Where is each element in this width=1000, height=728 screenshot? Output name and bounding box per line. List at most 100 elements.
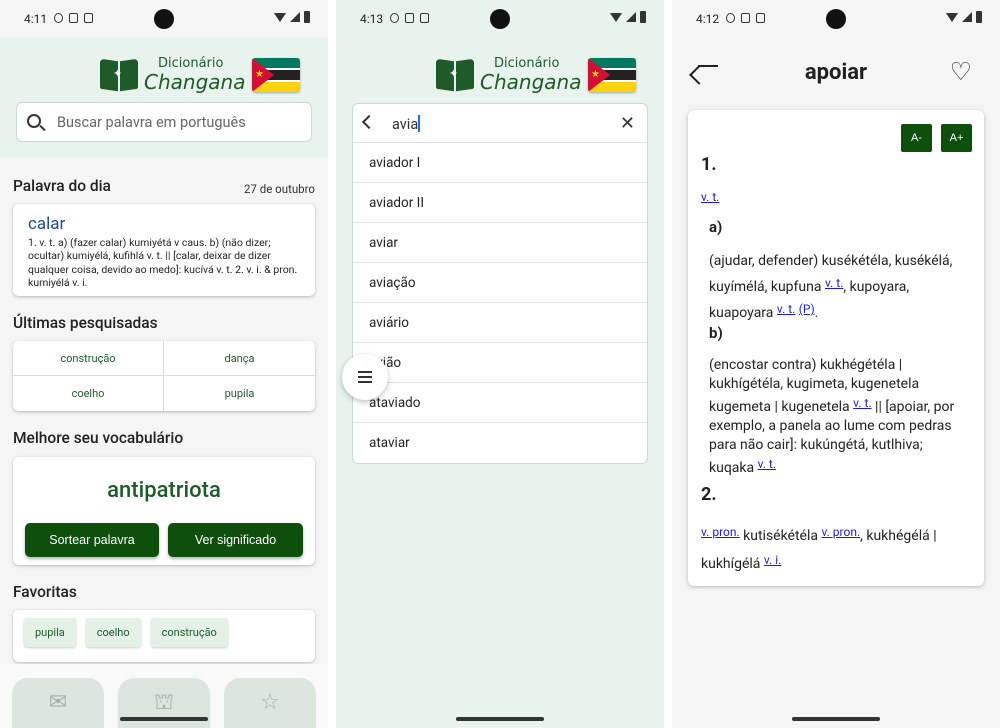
battery-icon (304, 11, 310, 23)
gesture-handle (456, 717, 544, 721)
pos-link[interactable]: v. i. (764, 553, 781, 567)
sense-text: v. pron. kutisékétéla v. pron., kukhégél… (701, 525, 937, 572)
pos-link[interactable]: v. t. (853, 396, 871, 410)
signal-icon (962, 12, 972, 22)
heart-icon[interactable]: ♡ (950, 60, 972, 85)
nav-star[interactable]: ☆ (224, 678, 316, 728)
favorite-chip[interactable]: construção (150, 618, 228, 647)
menu-button[interactable] (342, 354, 388, 400)
app-logo: ✦ Dicionário Changana (100, 56, 245, 92)
camera-cutout (826, 9, 846, 29)
vocab-title: Melhore seu vocabulário (13, 429, 184, 447)
subsense-text: (encostar contra) kukhégétéla | kukhígét… (709, 357, 955, 476)
pos-link[interactable]: v. t. (825, 276, 843, 290)
gesture-handle (120, 717, 208, 721)
wifi-icon (610, 12, 622, 22)
pos-link[interactable]: v. pron. (701, 525, 740, 539)
see-meaning-button[interactable]: Ver significado (168, 523, 303, 557)
mozambique-flag-icon: ★ (588, 58, 636, 92)
screenshot-stage: ✦ Dicionário Changana ★ 4:11 Palavra do … (0, 0, 1000, 728)
mail-icon: ✉ (48, 690, 68, 715)
notification-icon (54, 13, 63, 23)
suggestion-item[interactable]: ataviar (353, 423, 647, 463)
suggestion-item[interactable]: aviário (353, 303, 647, 343)
sd-card-icon (84, 13, 93, 23)
app-header: ✦ Dicionário Changana ★ (0, 38, 328, 158)
recent-item[interactable]: construção (13, 341, 164, 376)
gesture-handle (792, 717, 880, 721)
definition-card: A- A+ 1. v. t. a) (ajudar, defender) kus… (688, 110, 984, 586)
word-of-day-word: calar (28, 214, 66, 234)
subsense-label: a) (709, 218, 723, 236)
menu-icon (358, 371, 372, 373)
wifi-icon (946, 12, 958, 22)
recent-item[interactable]: pupila (164, 376, 315, 411)
app-logo: ✦ Dicionário Changana (436, 56, 581, 92)
wifi-icon (274, 12, 286, 22)
battery-icon (640, 11, 646, 23)
signal-icon (626, 12, 636, 22)
pos-link[interactable]: v. t. (701, 190, 719, 204)
random-word-button[interactable]: Sortear palavra (25, 523, 159, 557)
close-icon[interactable]: ✕ (620, 113, 635, 134)
suggestion-item[interactable]: aviador I (353, 143, 647, 183)
sd-card-icon (756, 13, 765, 23)
text-caret (418, 115, 420, 132)
vocab-word: antipatriota (107, 478, 221, 503)
book-icon: ✦ (436, 56, 474, 92)
favorite-chip[interactable]: pupila (24, 618, 76, 647)
recent-item[interactable]: coelho (13, 376, 164, 411)
suggestion-item[interactable]: avião (353, 343, 647, 383)
sense-number: 1. (701, 154, 717, 175)
font-increase-button[interactable]: A+ (941, 124, 972, 152)
nav-mail[interactable]: ✉ (12, 678, 104, 728)
suggestion-item[interactable]: ataviado (353, 383, 647, 423)
subsense-text: (ajudar, defender) kusékétéla, kusékélá,… (709, 253, 953, 321)
status-bar: 4:11 (0, 0, 328, 38)
chevron-left-icon[interactable] (361, 114, 377, 130)
notification-icon (390, 13, 399, 23)
logo-line1: Dicionário (494, 55, 560, 71)
suggestion-item[interactable]: aviar (353, 223, 647, 263)
status-time: 4:13 (360, 12, 384, 26)
logo-line2: Changana (480, 69, 582, 94)
search-suggestions: avia ✕ aviador I aviador II aviar aviaçã… (352, 103, 648, 464)
recent-grid: construção dança coelho pupila (13, 341, 315, 411)
favorites-title: Favoritas (13, 583, 77, 601)
favorites-card: pupila coelho construção (13, 610, 315, 662)
search-screen: 4:13 ✦ Dicionário Changana ★ avia ✕ avia… (336, 0, 664, 728)
top-bar: apoiar ♡ (672, 38, 1000, 110)
pos-link[interactable]: (P) (799, 302, 815, 316)
search-field[interactable]: avia ✕ (353, 104, 647, 143)
signal-icon (290, 12, 300, 22)
hands-icon: ⛫ (153, 690, 175, 715)
sd-card-icon (420, 13, 429, 23)
search-query[interactable]: avia (392, 116, 418, 133)
home-screen: ✦ Dicionário Changana ★ 4:11 Palavra do … (0, 0, 328, 728)
font-decrease-button[interactable]: A- (901, 124, 932, 152)
subsense-label: b) (709, 324, 723, 342)
word-of-day-card[interactable]: calar 1. v. t. a) (fazer calar) kumiyétá… (13, 204, 315, 296)
logo-line2: Changana (144, 69, 246, 94)
word-of-day-definition: 1. v. t. a) (fazer calar) kumiyétá v cau… (28, 236, 298, 290)
notification-icon (741, 13, 750, 23)
sense-number: 2. (701, 484, 717, 505)
search-input[interactable] (57, 103, 307, 141)
star-icon: ☆ (260, 690, 280, 715)
mozambique-flag-icon: ★ (252, 58, 300, 92)
battery-icon (976, 11, 982, 23)
bottom-nav: ✉ ⛫ ☆ (0, 664, 328, 728)
pos-link[interactable]: v. t. (777, 302, 795, 316)
recent-item[interactable]: dança (164, 341, 315, 376)
status-bar: 4:12 (672, 0, 1000, 38)
word-of-day-date: 27 de outubro (243, 182, 315, 196)
favorite-chip[interactable]: coelho (85, 618, 141, 647)
pos-link[interactable]: v. t. (758, 457, 776, 471)
definition-screen: 4:12 apoiar ♡ A- A+ 1. v. t. a) (ajudar,… (672, 0, 1000, 728)
pos-link[interactable]: v. pron. (821, 525, 860, 539)
suggestion-item[interactable]: aviador II (353, 183, 647, 223)
suggestion-item[interactable]: aviação (353, 263, 647, 303)
search-box[interactable] (16, 102, 312, 142)
camera-cutout (154, 9, 174, 29)
notification-icon (69, 13, 78, 23)
